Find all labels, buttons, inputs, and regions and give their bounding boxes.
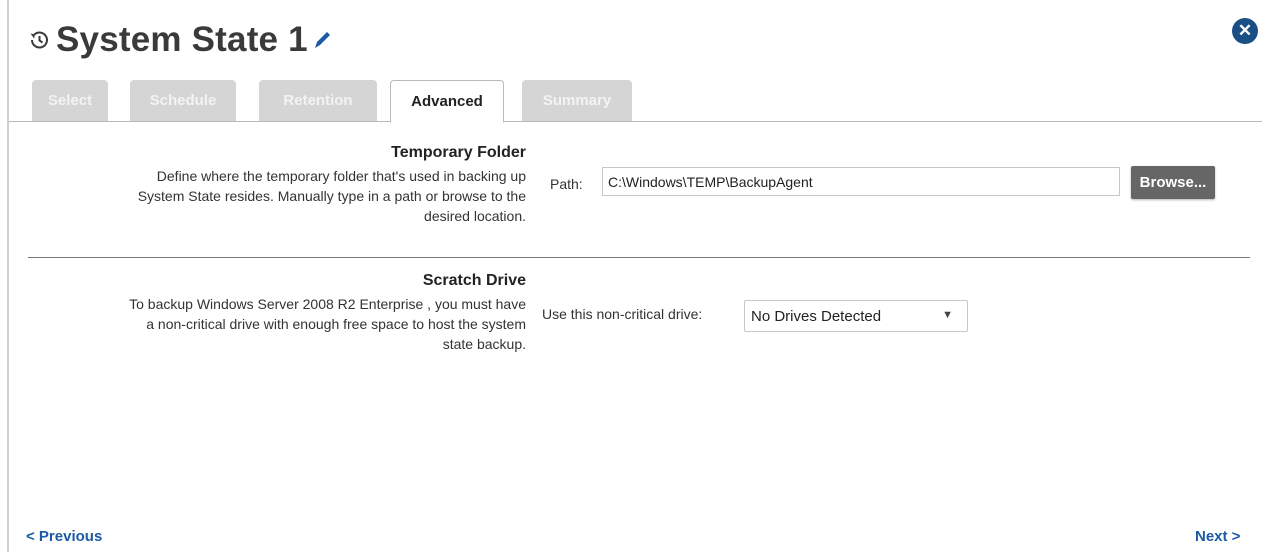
history-icon [28,29,50,51]
tab-select[interactable]: Select [32,80,108,121]
section-divider [28,257,1250,258]
drive-select[interactable]: No Drives Detected ▼ [744,300,968,332]
close-button[interactable]: ✕ [1232,18,1258,44]
drive-select-value: No Drives Detected [751,308,882,325]
pencil-icon[interactable] [312,29,332,51]
left-border [7,0,9,552]
page-header: System State 1 [28,18,332,62]
desc-line: To backup Windows Server 2008 R2 Enterpr… [129,296,526,312]
tab-content-border [9,121,1262,122]
scratch-drive-title: Scratch Drive [422,272,526,289]
temp-folder-title: Temporary Folder [391,144,526,161]
tab-summary[interactable]: Summary [522,80,632,121]
close-icon: ✕ [1237,21,1253,40]
tab-retention[interactable]: Retention [259,80,377,121]
desc-line: Define where the temporary folder that's… [156,168,526,184]
next-link[interactable]: Next > [1195,528,1240,545]
path-label: Path: [550,176,583,192]
path-input[interactable] [602,167,1120,196]
tab-schedule[interactable]: Schedule [130,80,236,121]
previous-link[interactable]: < Previous [26,528,102,545]
desc-line: state backup. [442,336,526,352]
browse-button[interactable]: Browse... [1131,166,1215,199]
desc-line: System State resides. Manually type in a… [137,188,526,204]
scratch-drive-description: To backup Windows Server 2008 R2 Enterpr… [36,294,526,354]
page-title: System State 1 [56,20,308,59]
desc-line: desired location. [424,208,526,224]
desc-line: a non-critical drive with enough free sp… [146,316,526,332]
tab-advanced[interactable]: Advanced [390,80,504,123]
drive-label: Use this non-critical drive: [542,306,703,322]
temp-folder-description: Define where the temporary folder that's… [36,166,526,226]
dropdown-arrow-icon: ▼ [942,309,953,321]
